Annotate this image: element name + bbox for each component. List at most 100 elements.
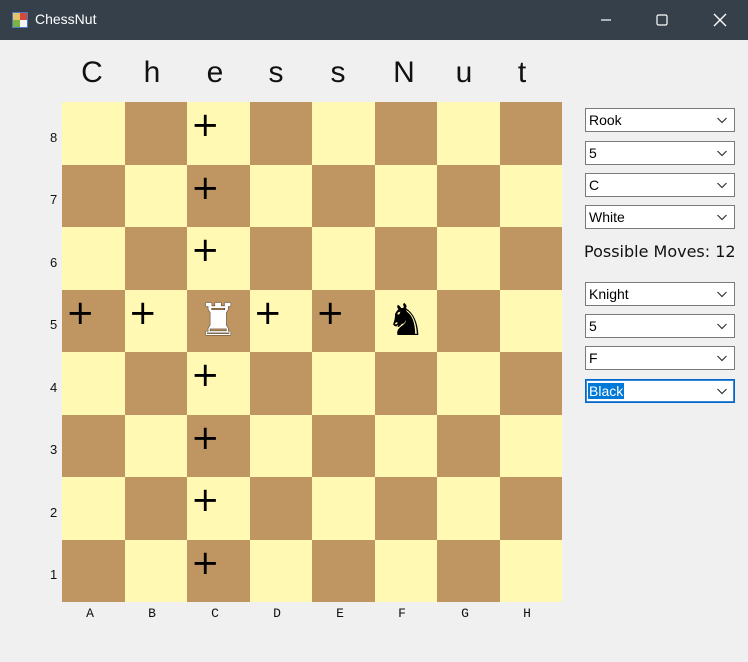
chevron-down-icon: [717, 355, 727, 362]
square-a4[interactable]: [62, 352, 125, 415]
piece2-rank-value: 5: [589, 318, 597, 334]
square-f5[interactable]: ♞: [374, 289, 437, 352]
square-a6[interactable]: [62, 227, 125, 290]
square-g1[interactable]: [437, 539, 500, 602]
square-d6[interactable]: [249, 227, 312, 290]
square-b6[interactable]: [124, 227, 187, 290]
piece2-rank-select[interactable]: 5: [585, 314, 735, 338]
square-f1[interactable]: [374, 539, 437, 602]
possible-moves-label: Possible Moves: 12: [584, 242, 736, 261]
heading-letter: C: [81, 56, 103, 89]
piece1-color-select[interactable]: White: [585, 205, 735, 229]
square-c4[interactable]: +: [187, 352, 250, 415]
square-h6[interactable]: [499, 227, 562, 290]
square-h2[interactable]: [499, 477, 562, 540]
square-a7[interactable]: [62, 164, 125, 227]
move-marker: +: [128, 292, 158, 333]
square-a8[interactable]: [62, 102, 125, 165]
file-label: A: [86, 606, 94, 621]
square-c8[interactable]: +: [187, 102, 250, 165]
square-e7[interactable]: [312, 164, 375, 227]
square-d4[interactable]: [249, 352, 312, 415]
square-g5[interactable]: [437, 289, 500, 352]
square-b3[interactable]: [124, 414, 187, 477]
piece2-file-select[interactable]: F: [585, 346, 735, 370]
square-g8[interactable]: [437, 102, 500, 165]
square-d8[interactable]: [249, 102, 312, 165]
heading-letter: e: [206, 56, 224, 89]
chevron-down-icon: [717, 214, 727, 221]
square-g4[interactable]: [437, 352, 500, 415]
piece2-type-value: Knight: [589, 286, 629, 302]
move-marker: +: [66, 292, 95, 333]
square-g2[interactable]: [437, 477, 500, 540]
square-d5[interactable]: +: [249, 289, 312, 352]
square-f2[interactable]: [374, 477, 437, 540]
square-f6[interactable]: [374, 227, 437, 290]
close-button[interactable]: [692, 0, 748, 40]
square-e8[interactable]: [312, 102, 375, 165]
square-a3[interactable]: [62, 414, 125, 477]
app-icon: [12, 12, 28, 28]
square-h5[interactable]: [499, 289, 562, 352]
heading-letter: s: [268, 56, 284, 89]
square-e4[interactable]: [312, 352, 375, 415]
square-a1[interactable]: [62, 539, 125, 602]
piece1-rank-select[interactable]: 5: [585, 141, 735, 165]
square-d1[interactable]: [249, 539, 312, 602]
heading-letter: h: [143, 56, 161, 89]
file-label: H: [523, 606, 531, 621]
piece2-type-select[interactable]: Knight: [585, 282, 735, 306]
square-d7[interactable]: [249, 164, 312, 227]
square-b2[interactable]: [124, 477, 187, 540]
square-b8[interactable]: [124, 102, 187, 165]
square-c3[interactable]: +: [187, 414, 250, 477]
square-d2[interactable]: [249, 477, 312, 540]
piece1-type-select[interactable]: Rook: [585, 108, 735, 132]
square-g7[interactable]: [437, 164, 500, 227]
square-f3[interactable]: [374, 414, 437, 477]
square-b4[interactable]: [124, 352, 187, 415]
square-b7[interactable]: [124, 164, 187, 227]
square-b1[interactable]: [124, 539, 187, 602]
minimize-button[interactable]: [578, 0, 634, 40]
piece1-file-select[interactable]: C: [585, 173, 735, 197]
black-knight-icon[interactable]: ♞: [386, 295, 425, 346]
square-c6[interactable]: +: [187, 227, 250, 290]
square-e3[interactable]: [312, 414, 375, 477]
square-c5[interactable]: ♜: [187, 289, 250, 352]
piece2-color-select[interactable]: Black: [585, 379, 735, 403]
square-e2[interactable]: [312, 477, 375, 540]
rank-label: 3: [50, 442, 58, 457]
square-a2[interactable]: [62, 477, 125, 540]
square-g3[interactable]: [437, 414, 500, 477]
file-label: B: [148, 606, 156, 621]
square-a5[interactable]: +: [62, 289, 125, 352]
piece2-color-value: Black: [588, 383, 625, 399]
square-b5[interactable]: +: [124, 289, 187, 352]
square-f8[interactable]: [374, 102, 437, 165]
square-h1[interactable]: [499, 539, 562, 602]
square-e6[interactable]: [312, 227, 375, 290]
white-rook-icon[interactable]: ♜: [199, 295, 238, 346]
rank-label: 4: [50, 380, 58, 395]
maximize-button[interactable]: [634, 0, 690, 40]
rank-label: 7: [50, 192, 58, 207]
title-bar: ChessNut: [0, 0, 748, 40]
square-c1[interactable]: +: [187, 539, 250, 602]
square-h4[interactable]: [499, 352, 562, 415]
square-f7[interactable]: [374, 164, 437, 227]
square-c7[interactable]: +: [187, 164, 250, 227]
square-h8[interactable]: [499, 102, 562, 165]
move-marker: +: [191, 105, 220, 145]
square-e1[interactable]: [312, 539, 375, 602]
square-e5[interactable]: +: [312, 289, 375, 352]
square-g6[interactable]: [437, 227, 500, 290]
square-h7[interactable]: [499, 164, 562, 227]
file-label: C: [211, 606, 219, 621]
square-h3[interactable]: [499, 414, 562, 477]
square-c2[interactable]: +: [187, 477, 250, 540]
square-f4[interactable]: [374, 352, 437, 415]
square-d3[interactable]: [249, 414, 312, 477]
move-marker: +: [191, 230, 220, 270]
